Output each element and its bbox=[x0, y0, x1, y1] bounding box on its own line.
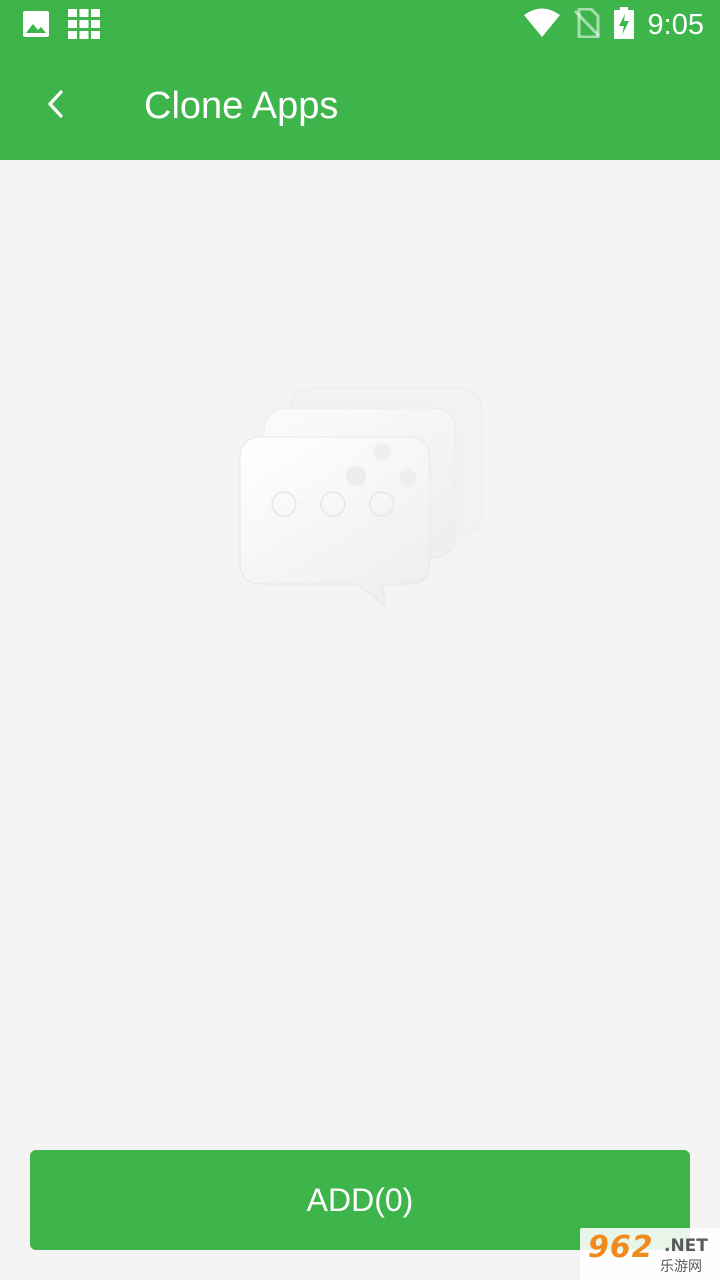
watermark-suffix: .NET bbox=[664, 1236, 708, 1256]
status-left-icons bbox=[22, 9, 100, 44]
status-right-icons: 9:05 bbox=[523, 6, 704, 44]
back-arrow-icon bbox=[45, 89, 67, 124]
image-icon bbox=[22, 10, 50, 43]
add-button-label: ADD(0) bbox=[306, 1181, 414, 1218]
page-title: Clone Apps bbox=[144, 85, 339, 127]
watermark-subtitle: 乐游网 bbox=[660, 1259, 702, 1275]
toolbar: Clone Apps bbox=[0, 50, 720, 160]
status-time: 9:05 bbox=[647, 9, 704, 41]
wifi-icon bbox=[523, 8, 560, 43]
battery-charging-icon bbox=[613, 6, 634, 44]
no-sim-icon bbox=[573, 7, 600, 43]
chat-bubbles-icon bbox=[232, 387, 488, 618]
empty-state bbox=[232, 382, 488, 614]
app-bar: 9:05 Clone Apps bbox=[0, 0, 720, 160]
status-bar: 9:05 bbox=[0, 0, 720, 50]
watermark-logo: 962 bbox=[588, 1230, 654, 1265]
back-button[interactable] bbox=[28, 78, 84, 134]
watermark: 962 .NET 乐游网 bbox=[580, 1228, 720, 1280]
grid-apps-icon bbox=[68, 9, 100, 44]
